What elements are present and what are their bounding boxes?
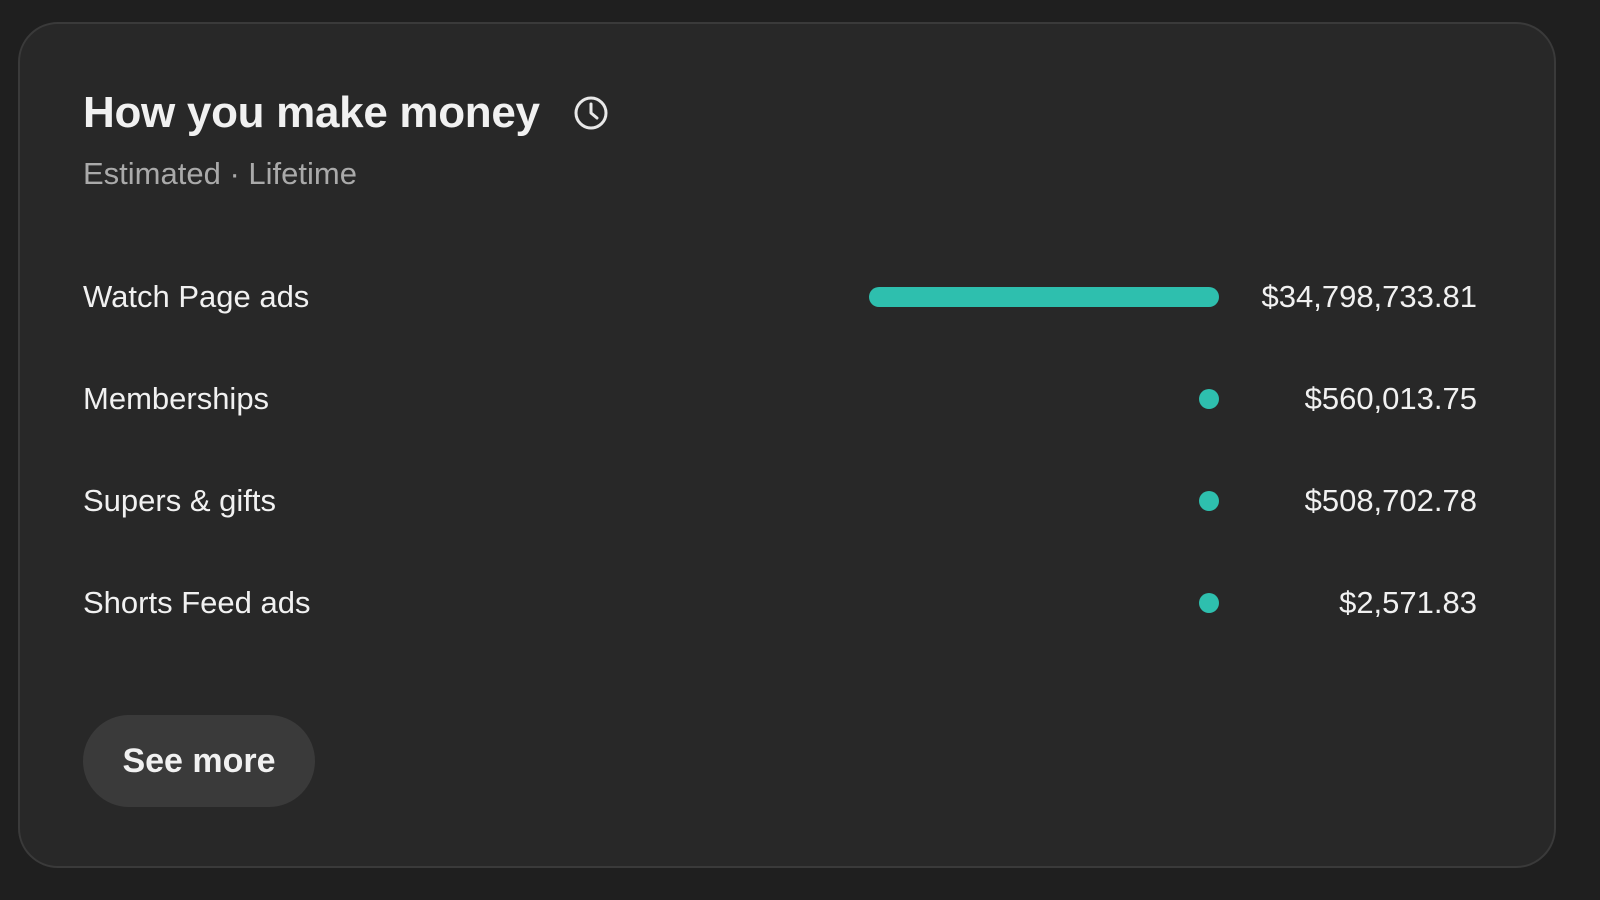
revenue-bar: [1199, 593, 1219, 613]
revenue-row-label: Shorts Feed ads: [83, 585, 311, 620]
revenue-bar: [869, 287, 1219, 307]
revenue-bar: [1199, 491, 1219, 511]
revenue-row: Watch Page ads $34,798,733.81: [83, 272, 1477, 322]
revenue-row: Memberships $560,013.75: [83, 374, 1477, 424]
revenue-row-label: Memberships: [83, 381, 270, 416]
revenue-row-label: Supers & gifts: [83, 483, 276, 518]
revenue-row: Supers & gifts $508,702.78: [83, 476, 1477, 526]
revenue-row: Shorts Feed ads $2,571.83: [83, 578, 1477, 628]
card-header: How you make money: [83, 86, 610, 140]
card-subtitle: Estimated · Lifetime: [83, 156, 357, 191]
revenue-bar: [1199, 389, 1219, 409]
see-more-button[interactable]: See more: [83, 715, 315, 807]
revenue-row-label: Watch Page ads: [83, 279, 310, 314]
revenue-sources-card: How you make money Estimated · Lifetime …: [18, 22, 1556, 868]
card-title: How you make money: [83, 88, 540, 137]
revenue-row-value: $560,013.75: [1304, 381, 1477, 416]
revenue-row-value: $34,798,733.81: [1261, 279, 1478, 314]
revenue-row-value: $508,702.78: [1304, 483, 1477, 518]
revenue-row-value: $2,571.83: [1339, 585, 1477, 620]
history-icon[interactable]: [572, 94, 610, 132]
